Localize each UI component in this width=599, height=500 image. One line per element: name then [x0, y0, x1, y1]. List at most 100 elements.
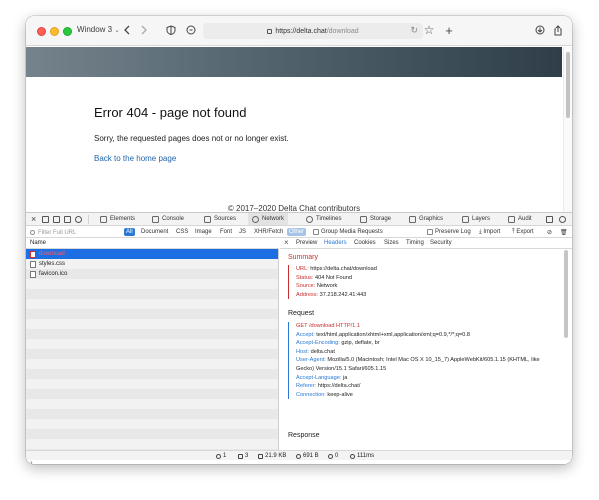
- address-bar[interactable]: https://delta.chat/download ↻: [203, 23, 423, 39]
- header-key: User-Agent:: [296, 357, 326, 364]
- response-heading: Response: [288, 432, 320, 439]
- target-picker-icon[interactable]: [75, 216, 82, 223]
- back-button[interactable]: [120, 23, 134, 37]
- network-status-bar: 1 3 21.9 KB 691 B 0 111ms: [26, 450, 572, 460]
- window-title: Window 3: [77, 25, 113, 34]
- downloads-button[interactable]: [533, 23, 547, 37]
- tab-cookies[interactable]: Cookies: [354, 240, 376, 246]
- transferred-size: 21.9 KB: [258, 453, 286, 459]
- tab-layers[interactable]: Layers: [462, 213, 490, 225]
- resource-size: 691 B: [296, 453, 319, 459]
- request-line: GET /download HTTP/1.1: [296, 323, 360, 329]
- scrollbar-thumb[interactable]: [564, 250, 568, 338]
- filter-font[interactable]: Font: [219, 228, 233, 236]
- new-tab-button[interactable]: +: [442, 23, 456, 38]
- filter-url-input[interactable]: Filter Full URL: [30, 228, 120, 237]
- stylesheet-file-icon: [30, 260, 36, 268]
- checkbox-icon: [313, 229, 319, 235]
- header-key: Host:: [296, 348, 310, 355]
- preserve-log-checkbox[interactable]: Preserve Log: [426, 228, 472, 236]
- filter-all[interactable]: All: [124, 228, 135, 236]
- tab-storage[interactable]: Storage: [360, 213, 391, 225]
- prompt-chevron-icon: ›: [30, 458, 33, 464]
- minimize-window-button[interactable]: [50, 27, 59, 36]
- graphics-icon: [409, 215, 416, 223]
- zoom-window-button[interactable]: [63, 27, 72, 36]
- empty-row: [26, 379, 278, 389]
- detail-scrollbar[interactable]: [563, 250, 569, 446]
- disable-cache-icon[interactable]: ⊘: [546, 228, 553, 236]
- dock-bottom-icon[interactable]: [42, 216, 49, 223]
- weight-icon: [258, 453, 263, 459]
- list-item[interactable]: styles.css: [26, 259, 278, 269]
- storage-icon: [360, 215, 367, 223]
- filter-other[interactable]: Other: [287, 228, 307, 236]
- bookmark-star-button[interactable]: ☆: [422, 23, 436, 37]
- list-item[interactable]: favicon.ico: [26, 269, 278, 279]
- dock-side-icon[interactable]: [53, 216, 60, 223]
- clock-icon: [350, 453, 355, 459]
- filter-xhr-fetch[interactable]: XHR/Fetch: [253, 228, 284, 236]
- header-key: Status:: [296, 274, 314, 281]
- tab-network[interactable]: Network: [248, 213, 289, 225]
- tab-console[interactable]: Console: [152, 213, 184, 225]
- settings-gear-icon[interactable]: [559, 216, 566, 223]
- layers-icon: [462, 215, 469, 223]
- page-scrollbar[interactable]: [563, 47, 572, 221]
- tab-label: Sources: [214, 216, 237, 222]
- tab-security[interactable]: Security: [430, 240, 452, 246]
- filter-image[interactable]: Image: [194, 228, 213, 236]
- scrollbar-thumb[interactable]: [566, 52, 570, 118]
- tab-graphics[interactable]: Graphics: [409, 213, 443, 225]
- filter-document[interactable]: Document: [140, 228, 169, 236]
- sidebar-toggle-button[interactable]: [164, 23, 178, 37]
- tab-sizes[interactable]: Sizes: [384, 240, 399, 246]
- close-window-button[interactable]: [37, 27, 46, 36]
- chevron-left-icon: [124, 25, 130, 35]
- header-value: text/html,application/xhtml+xml,applicat…: [314, 331, 470, 338]
- privacy-report-button[interactable]: [184, 23, 198, 37]
- page-title: Error 404 - page not found: [94, 105, 247, 120]
- list-item[interactable]: download: [26, 249, 278, 259]
- tab-label: Layers: [472, 216, 491, 222]
- console-prompt-line[interactable]: ›: [26, 458, 572, 464]
- tab-timing[interactable]: Timing: [406, 240, 424, 246]
- tab-headers[interactable]: Headers: [324, 240, 347, 246]
- name-column-header[interactable]: Name: [26, 238, 279, 249]
- close-inspector-icon[interactable]: ×: [31, 214, 36, 224]
- detach-icon[interactable]: [64, 216, 71, 223]
- header-row: User-Agent: Mozilla/5.0 (Macintosh; Inte…: [296, 356, 558, 373]
- browser-window: Window 3 ⌄ https://delta.chat/download ↻ …: [26, 16, 572, 464]
- tab-elements[interactable]: Elements: [100, 213, 135, 225]
- reload-icon[interactable]: ↻: [410, 25, 418, 36]
- import-label: Import: [483, 229, 501, 235]
- export-button[interactable]: ⤒ Export: [511, 228, 535, 236]
- clear-log-icon[interactable]: 🗑: [559, 228, 569, 236]
- close-detail-icon[interactable]: ×: [284, 238, 289, 247]
- tab-timelines[interactable]: Timelines: [306, 213, 341, 225]
- filter-css[interactable]: CSS: [175, 228, 189, 236]
- header-row: Referer: https://delta.chat/: [296, 382, 558, 391]
- tab-label: Timelines: [316, 216, 342, 222]
- tab-label: Console: [162, 216, 185, 222]
- share-button[interactable]: [551, 23, 565, 37]
- header-value: Mozilla/5.0 (Macintosh; Intel Mac OS X 1…: [296, 357, 540, 372]
- window-menu[interactable]: Window 3 ⌄: [77, 25, 120, 34]
- filter-js[interactable]: JS: [238, 228, 247, 236]
- empty-row: [26, 429, 278, 439]
- split-console-icon[interactable]: [546, 216, 553, 223]
- elements-icon: [100, 215, 107, 223]
- tab-preview[interactable]: Preview: [296, 240, 317, 246]
- star-icon: ☆: [423, 23, 435, 37]
- search-icon: [30, 230, 35, 235]
- divider: [88, 215, 89, 224]
- warning-icon: [328, 453, 333, 459]
- home-link[interactable]: Back to the home page: [94, 154, 176, 163]
- tab-audit[interactable]: Audit: [508, 213, 532, 225]
- header-key: Accept-Language:: [296, 374, 342, 381]
- group-media-checkbox[interactable]: Group Media Requests: [312, 228, 384, 236]
- forward-button[interactable]: [137, 23, 151, 37]
- tab-label: Network: [262, 216, 285, 222]
- import-button[interactable]: ⤓ Import: [478, 228, 501, 236]
- tab-sources[interactable]: Sources: [204, 213, 236, 225]
